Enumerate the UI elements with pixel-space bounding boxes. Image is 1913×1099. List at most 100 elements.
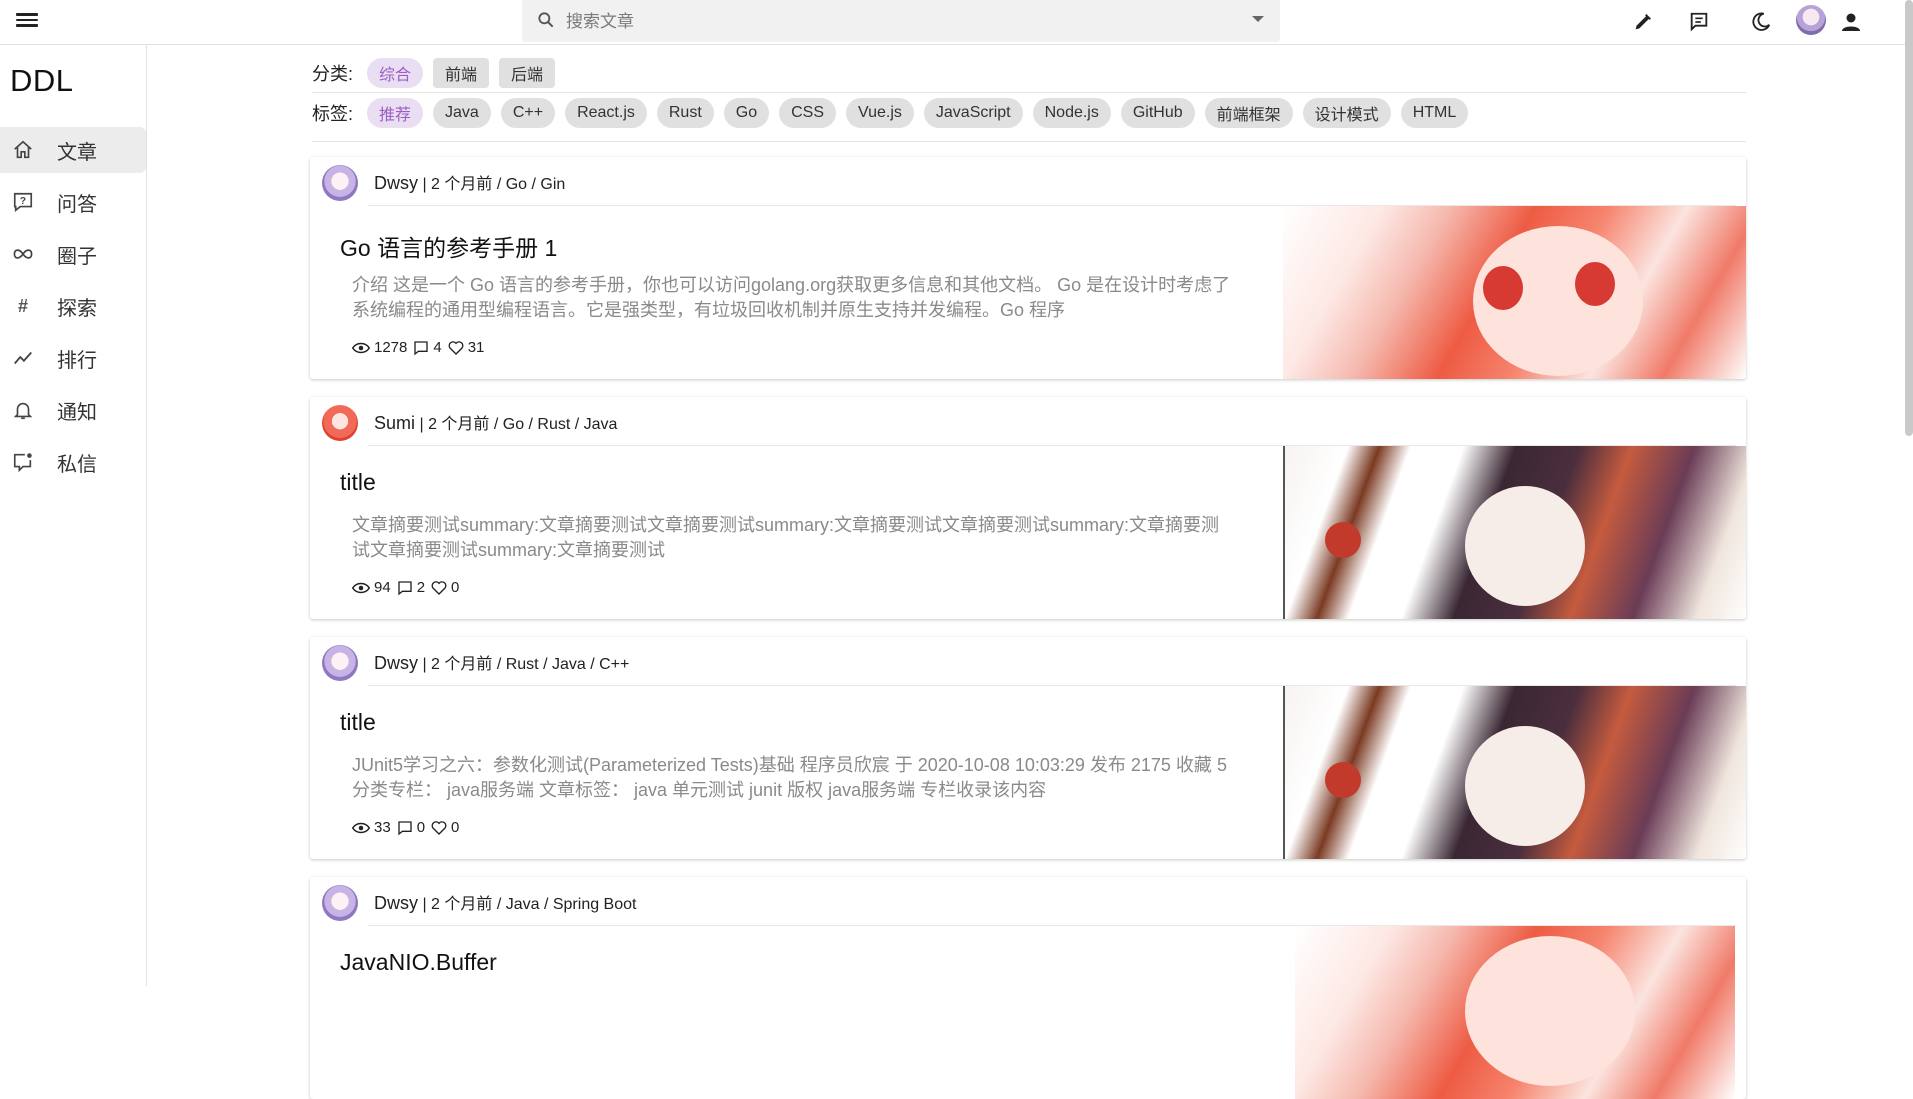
article-cover-image[interactable] xyxy=(1295,926,1735,1099)
message-icon[interactable] xyxy=(1686,9,1712,35)
view-count: 1278 xyxy=(374,339,408,356)
tag-chip[interactable]: GitHub xyxy=(1120,98,1195,128)
tag-chip[interactable]: Rust xyxy=(656,98,714,128)
sidebar-item-label: 文章 xyxy=(57,141,97,164)
sidebar-item-qa[interactable]: ? 问答 xyxy=(0,179,146,225)
comment-count: 0 xyxy=(416,819,426,836)
search-input[interactable] xyxy=(564,6,1228,38)
sidebar-item-label: 私信 xyxy=(57,453,97,476)
eye-icon xyxy=(352,821,370,835)
search-box[interactable] xyxy=(522,0,1280,42)
article-stats: 33 0 0 xyxy=(352,819,465,836)
article-stats: 1278 4 31 xyxy=(352,339,490,356)
article-title[interactable]: title xyxy=(340,709,376,736)
author-avatar[interactable] xyxy=(322,165,358,201)
scrollbar[interactable] xyxy=(1905,0,1913,436)
category-chip[interactable]: 前端 xyxy=(433,58,490,88)
tag-chip[interactable]: Java xyxy=(433,98,491,128)
author-avatar[interactable] xyxy=(322,645,358,681)
sidebar-item-explore[interactable]: # 探索 xyxy=(0,283,146,329)
moon-icon[interactable] xyxy=(1748,9,1774,35)
sidebar-item-label: 圈子 xyxy=(57,245,97,268)
tag-chip[interactable]: HTML xyxy=(1400,98,1469,128)
sidebar-item-notifications[interactable]: 通知 xyxy=(0,387,146,433)
comment-count: 4 xyxy=(433,339,442,356)
sidebar: DDL 文章 ? 问答 圈子 # 探索 排行 通知 私信 xyxy=(0,45,147,986)
sidebar-item-messages[interactable]: 私信 xyxy=(0,439,146,485)
heart-icon[interactable] xyxy=(431,820,447,836)
author-avatar[interactable] xyxy=(322,885,358,921)
author-name[interactable]: Dwsy xyxy=(374,893,418,913)
search-icon xyxy=(538,12,554,28)
sidebar-item-label: 排行 xyxy=(57,349,97,372)
tag-label: 标签: xyxy=(312,104,354,124)
tag-chip[interactable]: 前端框架 xyxy=(1204,98,1293,128)
tag-chip[interactable]: Node.js xyxy=(1032,98,1111,128)
sidebar-item-label: 探索 xyxy=(57,297,97,320)
infinity-icon xyxy=(11,242,35,266)
article-meta-text: | 2 个月前 / Go / Rust / Java xyxy=(415,416,618,433)
sidebar-item-circles[interactable]: 圈子 xyxy=(0,231,146,277)
article-meta: Dwsy | 2 个月前 / Go / Gin xyxy=(374,170,565,194)
tag-chip[interactable]: 推荐 xyxy=(367,98,424,128)
article-meta-text: | 2 个月前 / Go / Gin xyxy=(418,176,566,193)
article-card[interactable]: Dwsy | 2 个月前 / Java / Spring Boot JavaNI… xyxy=(310,877,1746,1099)
article-card[interactable]: Sumi | 2 个月前 / Go / Rust / Java title 文章… xyxy=(310,397,1746,619)
hash-icon: # xyxy=(17,295,28,316)
tag-chip[interactable]: JavaScript xyxy=(923,98,1023,128)
eye-icon xyxy=(352,341,370,355)
tag-chip[interactable]: Go xyxy=(723,98,770,128)
avatar[interactable] xyxy=(1796,5,1826,35)
author-name[interactable]: Dwsy xyxy=(374,173,418,193)
article-meta: Dwsy | 2 个月前 / Rust / Java / C++ xyxy=(374,650,629,674)
divider xyxy=(312,92,1746,93)
question-icon: ? xyxy=(11,190,35,214)
sidebar-item-ranking[interactable]: 排行 xyxy=(0,335,146,381)
article-meta: Sumi | 2 个月前 / Go / Rust / Java xyxy=(374,410,617,434)
article-meta-text: | 2 个月前 / Rust / Java / C++ xyxy=(418,656,630,673)
tag-chip[interactable]: 设计模式 xyxy=(1302,98,1391,128)
article-cover-image[interactable] xyxy=(1283,686,1746,859)
person-icon[interactable] xyxy=(1838,9,1864,35)
heart-icon[interactable] xyxy=(448,340,464,356)
dropdown-caret-icon[interactable] xyxy=(1252,16,1264,22)
menu-icon[interactable] xyxy=(14,10,42,34)
article-stats: 94 2 0 xyxy=(352,579,465,596)
category-chip[interactable]: 综合 xyxy=(367,58,424,88)
article-card[interactable]: Dwsy | 2 个月前 / Go / Gin Go 语言的参考手册 1 介绍 … xyxy=(310,157,1746,379)
top-app-bar xyxy=(0,0,1913,45)
tag-filter: 标签: 推荐 Java C++ React.js Rust Go CSS Vue… xyxy=(312,96,1478,130)
article-meta: Dwsy | 2 个月前 / Java / Spring Boot xyxy=(374,890,636,914)
article-title[interactable]: Go 语言的参考手册 1 xyxy=(340,229,557,263)
article-card[interactable]: Dwsy | 2 个月前 / Rust / Java / C++ title J… xyxy=(310,637,1746,859)
tag-chip[interactable]: CSS xyxy=(779,98,837,128)
tag-chip[interactable]: Vue.js xyxy=(846,98,914,128)
author-name[interactable]: Sumi xyxy=(374,413,415,433)
category-filter: 分类: 综合 前端 后端 xyxy=(312,56,565,90)
comment-icon xyxy=(397,820,413,836)
like-count: 0 xyxy=(451,819,460,836)
divider xyxy=(312,141,1746,142)
pen-icon[interactable] xyxy=(1630,9,1656,35)
tag-chip[interactable]: React.js xyxy=(565,98,647,128)
tag-chip[interactable]: C++ xyxy=(500,98,556,128)
article-title[interactable]: JavaNIO.Buffer xyxy=(340,949,497,976)
sidebar-item-label: 问答 xyxy=(57,193,97,216)
author-avatar[interactable] xyxy=(322,405,358,441)
article-cover-image[interactable] xyxy=(1283,446,1746,619)
article-summary: 文章摘要测试summary:文章摘要测试文章摘要测试summary:文章摘要测试… xyxy=(352,515,1220,560)
article-summary: JUnit5学习之六：参数化测试(Parameterized Tests)基础 … xyxy=(352,755,1227,800)
like-count: 0 xyxy=(451,579,460,596)
category-chip[interactable]: 后端 xyxy=(499,58,556,88)
article-title[interactable]: title xyxy=(340,469,376,496)
author-name[interactable]: Dwsy xyxy=(374,653,418,673)
sidebar-item-articles[interactable]: 文章 xyxy=(0,127,146,173)
heart-icon[interactable] xyxy=(431,580,447,596)
brand-logo: DDL xyxy=(10,63,74,98)
view-count: 94 xyxy=(374,579,391,596)
comment-icon xyxy=(397,580,413,596)
article-header: Sumi | 2 个月前 / Go / Rust / Java xyxy=(310,397,1746,446)
article-cover-image[interactable] xyxy=(1283,206,1746,379)
comment-count: 2 xyxy=(416,579,426,596)
home-icon xyxy=(11,138,35,162)
